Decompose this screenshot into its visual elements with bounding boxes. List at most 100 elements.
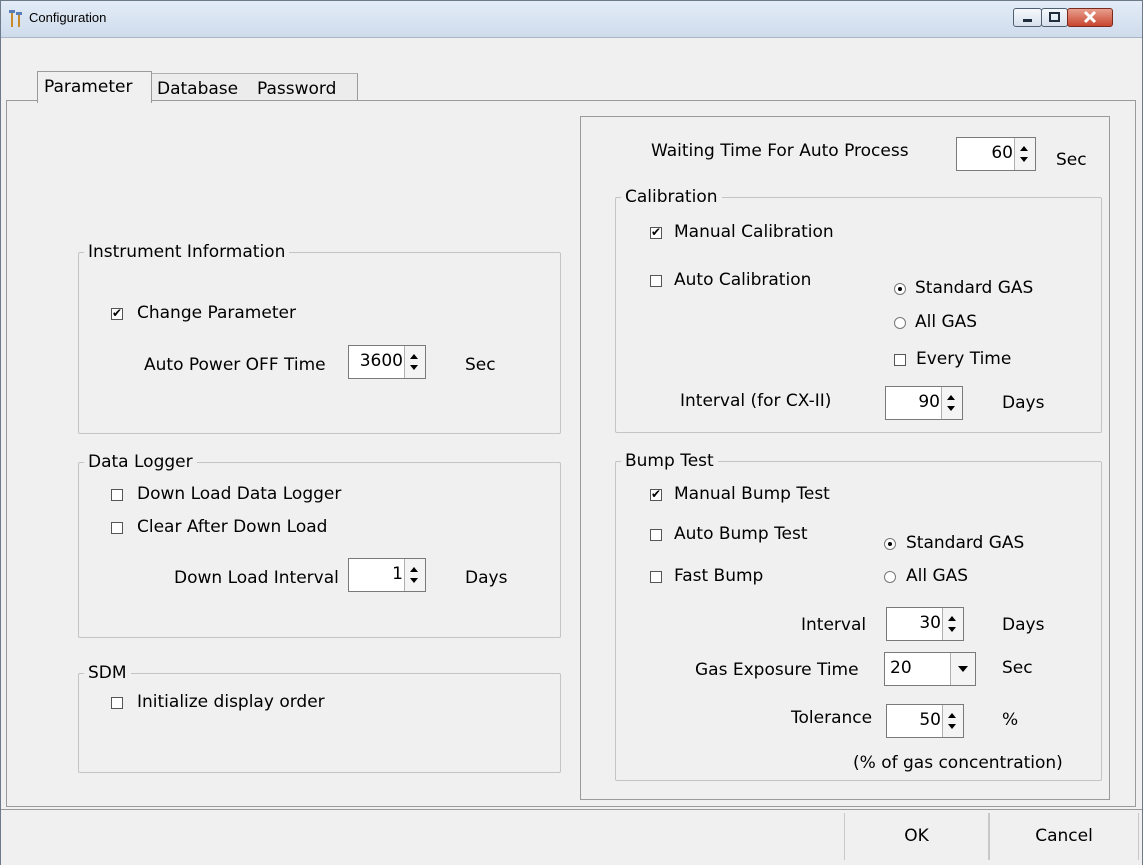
spin-down-icon [410,365,418,370]
download-data-logger-label: Down Load Data Logger [137,484,342,504]
spin-up-icon [1020,146,1028,151]
calibration-interval-value: 90 [918,392,940,412]
spin-down-icon [948,627,956,632]
download-interval-stepper[interactable]: 1 [348,558,426,592]
gas-exposure-unit: Sec [1002,658,1033,678]
auto-power-off-stepper[interactable]: 3600 [348,345,426,379]
bump-interval-stepper[interactable]: 30 [886,607,964,641]
calibration-interval-spin-arrows[interactable] [941,387,962,419]
spin-up-icon [410,354,418,359]
tab-password[interactable]: Password [251,73,358,103]
instrument-information-legend: Instrument Information [84,242,290,262]
calibration-interval-label: Interval (for CX-II) [680,391,832,411]
calibration-standard-gas-label: Standard GAS [915,278,1034,298]
download-interval-unit: Days [465,568,508,588]
auto-calibration-checkbox[interactable] [650,275,662,287]
initialize-display-order-checkbox[interactable] [111,697,123,709]
auto-power-off-value: 3600 [359,351,403,371]
spin-up-icon [948,616,956,621]
gas-exposure-label: Gas Exposure Time [695,660,859,680]
every-time-checkbox[interactable] [894,354,906,366]
auto-power-off-unit: Sec [465,355,496,375]
configuration-window: Configuration Parameter Database Passwor… [0,0,1143,865]
spin-down-icon [947,406,955,411]
title-bar[interactable]: Configuration [1,1,1142,38]
tolerance-label: Tolerance [791,708,873,728]
tolerance-value: 50 [919,710,941,730]
bump-interval-spin-arrows[interactable] [942,608,963,640]
manual-calibration-checkbox[interactable] [650,224,662,240]
bump-standard-gas-radio[interactable] [884,538,896,550]
sdm-group: SDM [78,663,561,773]
bump-interval-value: 30 [919,613,941,633]
button-bar: OK Cancel [1,809,1142,865]
maximize-button[interactable] [1041,8,1068,27]
tab-strip: Parameter Database Password [1,38,1142,103]
app-icon [9,10,22,27]
spin-up-icon [947,395,955,400]
data-logger-legend: Data Logger [84,452,197,472]
calibration-legend: Calibration [621,187,722,207]
every-time-label: Every Time [916,349,1012,369]
download-interval-spin-arrows[interactable] [404,559,425,591]
tolerance-spin-arrows[interactable] [942,705,963,737]
manual-bump-test-checkbox[interactable] [650,486,662,502]
spin-down-icon [1020,157,1028,162]
download-interval-value: 1 [392,564,403,584]
bump-test-legend: Bump Test [621,451,718,471]
change-parameter-label: Change Parameter [137,303,296,323]
cancel-button[interactable]: Cancel [989,813,1139,860]
waiting-time-unit: Sec [1056,150,1087,170]
minimize-icon [1023,19,1032,22]
chevron-down-icon[interactable] [950,653,975,685]
calibration-standard-gas-radio[interactable] [894,283,906,295]
tab-parameter[interactable]: Parameter [37,71,152,103]
change-parameter-checkbox[interactable] [111,305,123,321]
spin-down-icon [410,578,418,583]
download-data-logger-checkbox[interactable] [111,489,123,501]
initialize-display-order-label: Initialize display order [137,692,325,712]
calibration-interval-unit: Days [1002,393,1045,413]
ok-button[interactable]: OK [844,813,989,860]
clear-after-download-checkbox[interactable] [111,522,123,534]
auto-calibration-label: Auto Calibration [674,270,812,290]
tolerance-note: (% of gas concentration) [853,753,1063,773]
maximize-icon [1049,12,1060,22]
auto-power-off-spin-arrows[interactable] [404,346,425,378]
bump-all-gas-label: All GAS [906,566,969,586]
gas-exposure-value: 20 [890,658,912,678]
spin-down-icon [948,724,956,729]
minimize-button[interactable] [1013,8,1042,27]
manual-calibration-label: Manual Calibration [674,222,834,242]
window-title: Configuration [29,10,107,25]
fast-bump-label: Fast Bump [674,566,764,586]
spin-up-icon [410,567,418,572]
manual-bump-test-label: Manual Bump Test [674,484,830,504]
calibration-all-gas-label: All GAS [915,312,978,332]
waiting-time-label: Waiting Time For Auto Process [651,141,909,161]
close-icon [1083,10,1097,24]
calibration-all-gas-radio[interactable] [894,317,906,329]
bump-interval-unit: Days [1002,615,1045,635]
auto-bump-test-checkbox[interactable] [650,529,662,541]
close-button[interactable] [1067,8,1113,27]
fast-bump-checkbox[interactable] [650,571,662,583]
bump-interval-label: Interval [801,615,867,635]
tolerance-stepper[interactable]: 50 [886,704,964,738]
auto-power-off-label: Auto Power OFF Time [144,355,326,375]
gas-exposure-select[interactable]: 20 [884,652,976,686]
download-interval-label: Down Load Interval [174,568,339,588]
auto-bump-test-label: Auto Bump Test [674,524,808,544]
spin-up-icon [948,713,956,718]
instrument-information-group: Instrument Information [78,242,561,434]
waiting-time-spin-arrows[interactable] [1014,138,1035,170]
bump-standard-gas-label: Standard GAS [906,533,1025,553]
bump-all-gas-radio[interactable] [884,571,896,583]
calibration-interval-stepper[interactable]: 90 [885,386,963,420]
clear-after-download-label: Clear After Down Load [137,517,328,537]
tolerance-unit: % [1002,710,1019,730]
waiting-time-stepper[interactable]: 60 [956,137,1036,171]
tab-database[interactable]: Database [151,73,252,103]
waiting-time-value: 60 [991,143,1013,163]
sdm-legend: SDM [84,663,131,683]
